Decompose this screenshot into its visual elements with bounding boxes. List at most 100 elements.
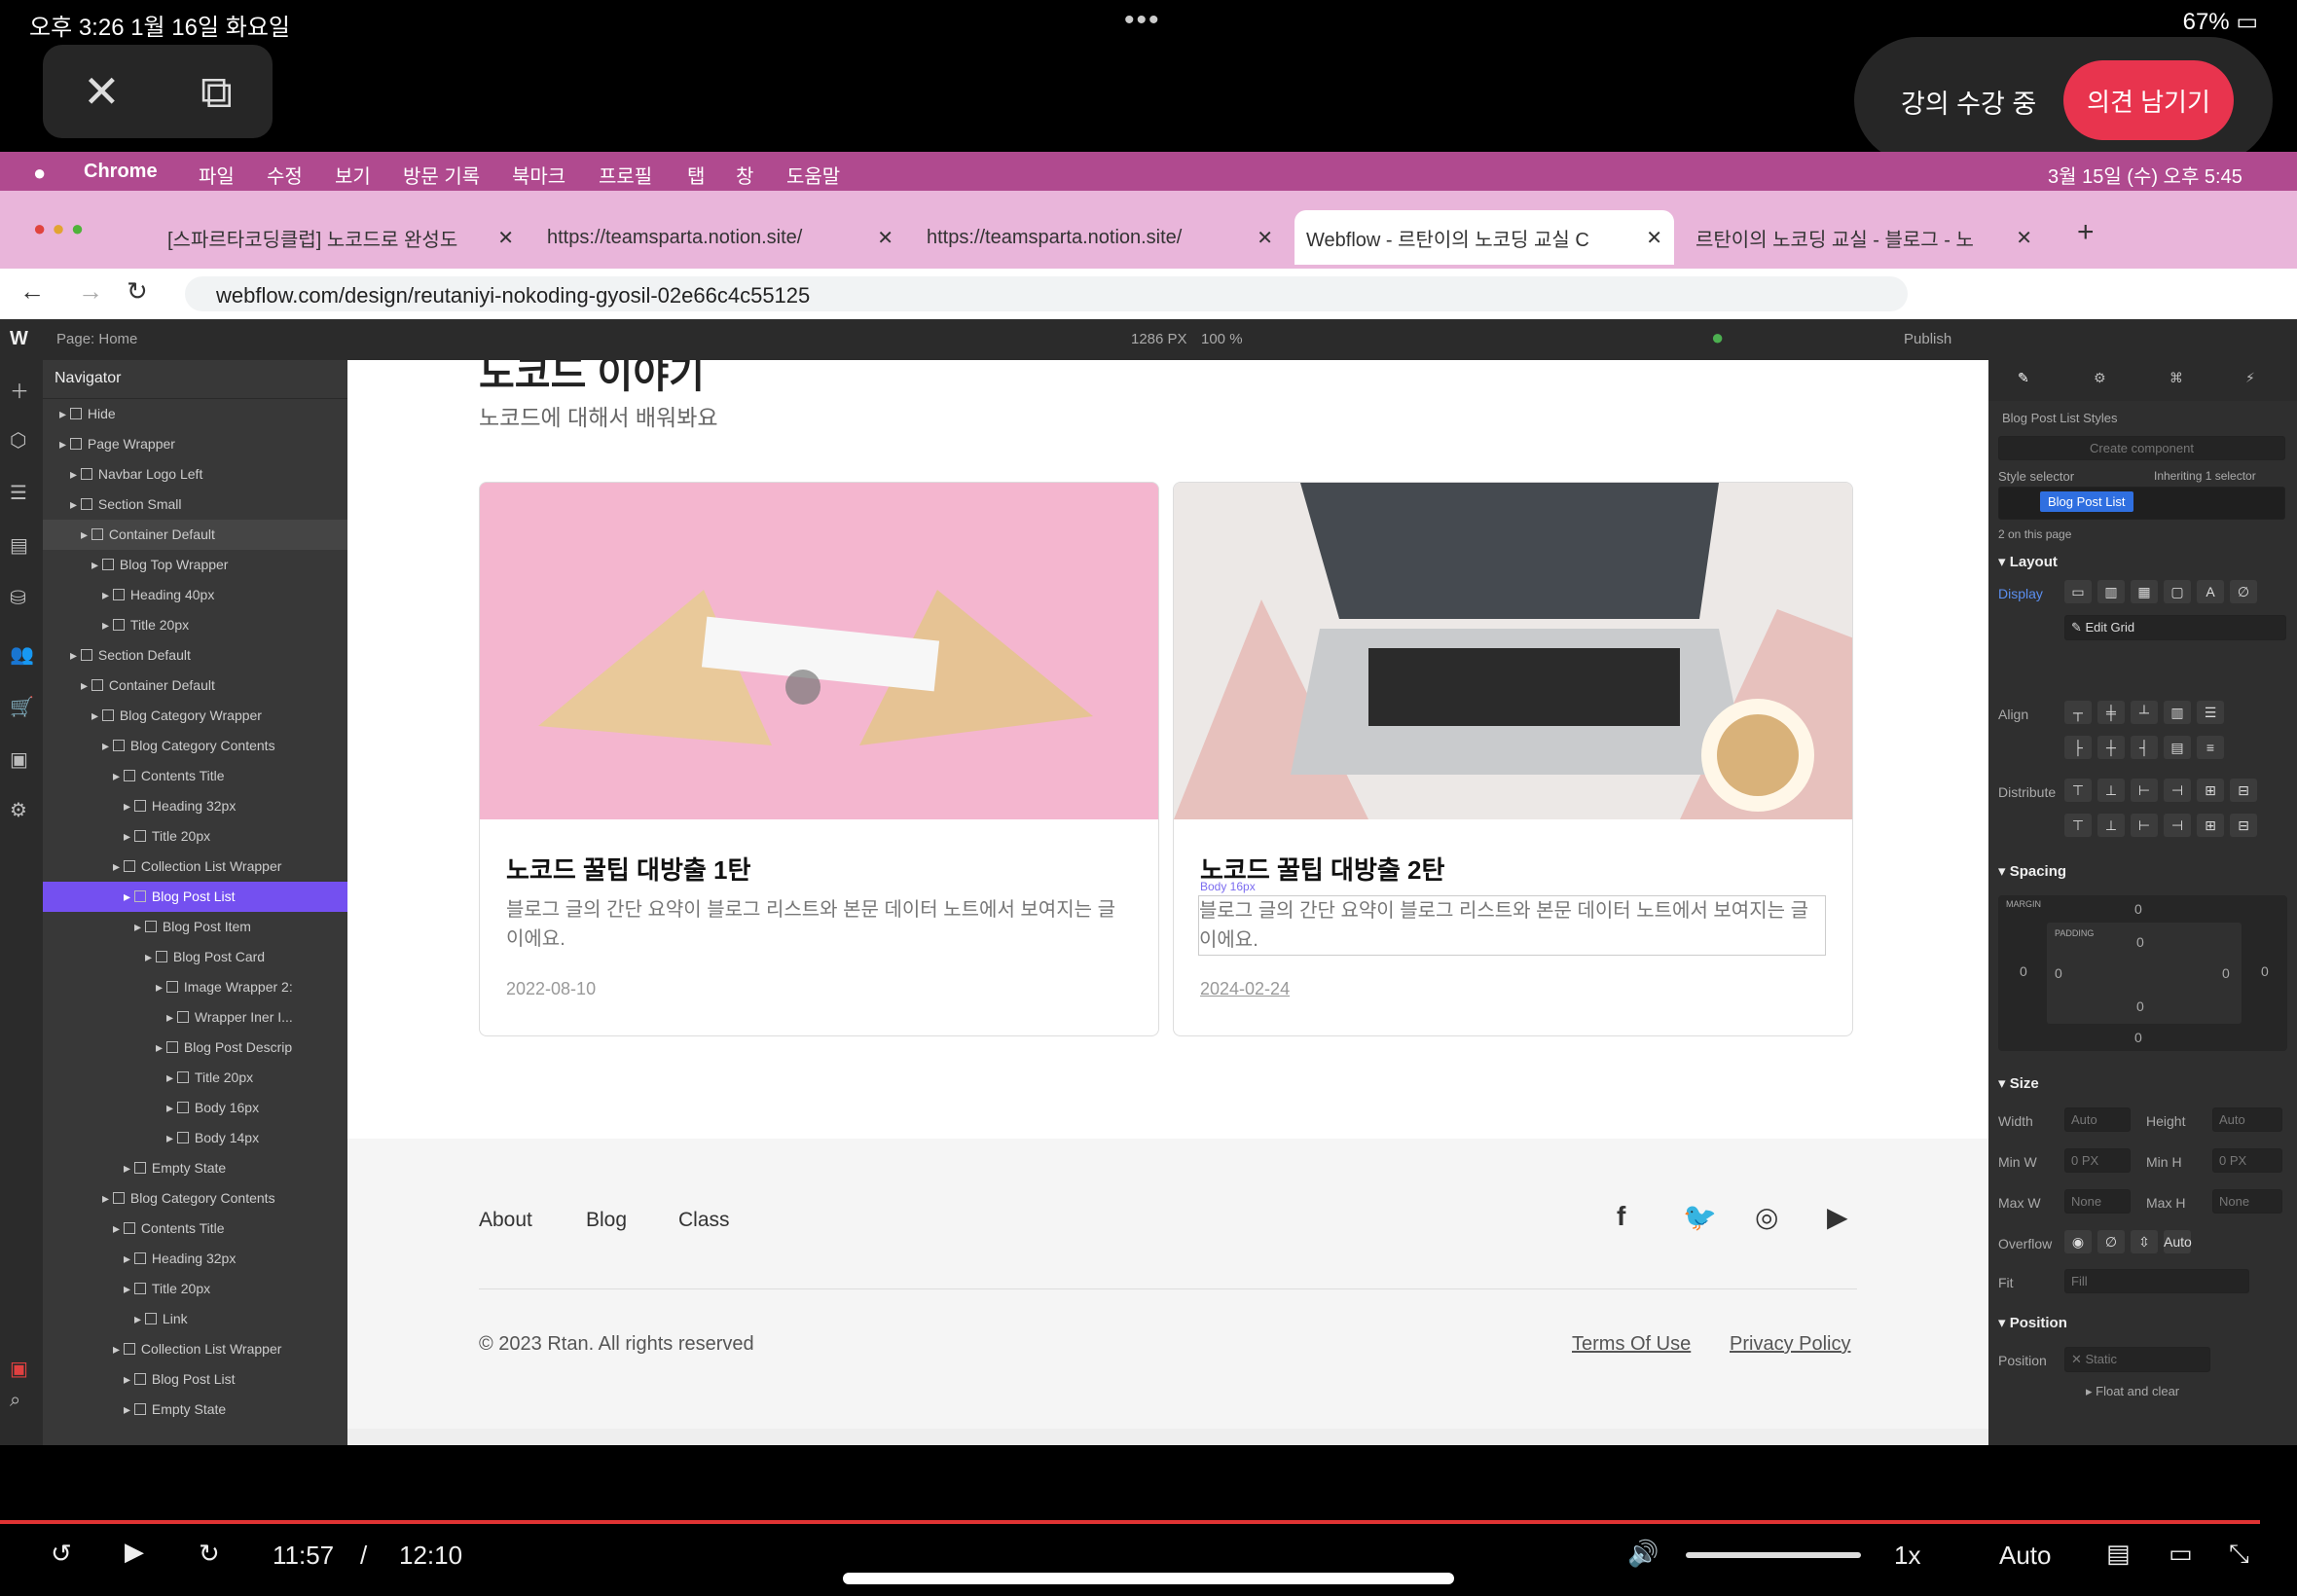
- display-options[interactable]: ▭ ▥ ▦ ▢ A ∅: [2064, 580, 2263, 603]
- tab-blog[interactable]: 르탄이의 노코딩 교실 - 블로그 - 노 ✕: [1684, 210, 2044, 265]
- card-date[interactable]: 2024-02-24: [1200, 979, 1290, 999]
- navigator-row[interactable]: ▸ Empty State: [43, 1153, 347, 1183]
- menu-tab[interactable]: 탭: [687, 161, 705, 189]
- back-icon[interactable]: ←: [19, 276, 45, 307]
- volume-icon[interactable]: 🔊: [1627, 1539, 1659, 1569]
- blog-post-card[interactable]: Body 16px 노코드 꿀팁 대방출 2탄 블로그 글의 간단 요약이 블로…: [1173, 482, 1853, 1036]
- navigator-row[interactable]: ▸ Contents Title: [43, 761, 347, 791]
- volume-slider[interactable]: [1686, 1552, 1861, 1558]
- min-height-field[interactable]: 0 PX: [2212, 1148, 2282, 1173]
- design-canvas[interactable]: 노코드 이야기 노코드에 대해서 배워봐요 노코드 꿀팁 대방출 1탄 블로그 …: [347, 360, 1988, 1445]
- distribute-options[interactable]: ⊤ ⊥ ⊢ ⊣ ⊞ ⊟: [2064, 779, 2263, 802]
- forward-10-icon[interactable]: ↻: [199, 1539, 220, 1569]
- pip-icon[interactable]: ⧉: [201, 69, 233, 114]
- navigator-row[interactable]: ▸ Wrapper Iner I...: [43, 1002, 347, 1033]
- pages-icon[interactable]: ▤: [10, 533, 28, 558]
- section-subtitle[interactable]: 노코드에 대해서 배워봐요: [479, 399, 718, 432]
- navigator-row[interactable]: ▸ Empty State: [43, 1395, 347, 1425]
- instagram-icon[interactable]: ◎: [1755, 1201, 1778, 1233]
- webflow-logo-icon[interactable]: W: [10, 328, 28, 350]
- window-close-dot[interactable]: ● ● ●: [33, 216, 84, 241]
- publish-button[interactable]: Publish: [1904, 331, 1951, 347]
- privacy-link[interactable]: Privacy Policy: [1730, 1333, 1850, 1356]
- navigator-row[interactable]: ▸ Collection List Wrapper: [43, 852, 347, 882]
- forward-icon[interactable]: →: [78, 276, 103, 307]
- selector-field[interactable]: Blog Post List: [1998, 487, 2285, 520]
- padding-top[interactable]: 0: [2136, 934, 2144, 950]
- navigator-row[interactable]: ▸ Title 20px: [43, 610, 347, 640]
- page-selector[interactable]: Page: Home: [56, 331, 137, 347]
- min-width-field[interactable]: 0 PX: [2064, 1148, 2131, 1173]
- class-chip[interactable]: Blog Post List: [2040, 491, 2133, 512]
- menu-profile[interactable]: 프로필: [599, 161, 652, 189]
- tab-notion-2[interactable]: https://teamsparta.notion.site/✕: [915, 210, 1285, 265]
- fullscreen-exit-icon[interactable]: ⤡: [2229, 1539, 2249, 1570]
- interactions-icon[interactable]: ⌘: [2169, 370, 2183, 386]
- overflow-options[interactable]: ◉ ∅ ⇳ Auto: [2064, 1230, 2197, 1253]
- navigator-row[interactable]: ▸ Blog Post List: [43, 882, 347, 912]
- create-component-button[interactable]: Create component: [1998, 436, 2285, 460]
- terms-link[interactable]: Terms Of Use: [1572, 1333, 1691, 1356]
- navigator-row[interactable]: ▸ Blog Post Card: [43, 942, 347, 972]
- navigator-row[interactable]: ▸ Image Wrapper 2:: [43, 972, 347, 1002]
- speed-button[interactable]: 1x: [1894, 1541, 1920, 1571]
- spacing-section[interactable]: ▾ Spacing: [1998, 862, 2066, 880]
- width-field[interactable]: Auto: [2064, 1107, 2131, 1132]
- align-options[interactable]: ┬ ╪ ┴ ▥ ☰: [2064, 701, 2230, 724]
- navigator-row[interactable]: ▸ Heading 32px: [43, 1244, 347, 1274]
- navigator-icon[interactable]: ☰: [10, 481, 27, 505]
- new-tab-icon[interactable]: +: [2077, 216, 2095, 249]
- navigator-row[interactable]: ▸ Body 14px: [43, 1123, 347, 1153]
- card-title[interactable]: 노코드 꿀팁 대방출 2탄: [1200, 851, 1444, 887]
- footer-link-blog[interactable]: Blog: [586, 1209, 627, 1232]
- menubar-clock[interactable]: 3월 15일 (수) 오후 5:45: [2048, 161, 2242, 189]
- menu-view[interactable]: 보기: [335, 161, 371, 189]
- menu-history[interactable]: 방문 기록: [403, 161, 480, 189]
- navigator-row[interactable]: ▸ Container Default: [43, 520, 347, 550]
- navigator-row[interactable]: ▸ Heading 40px: [43, 580, 347, 610]
- navigator-row[interactable]: ▸ Section Default: [43, 640, 347, 671]
- tab-close-icon[interactable]: ✕: [2016, 226, 2032, 250]
- size-section[interactable]: ▾ Size: [1998, 1074, 2039, 1092]
- facebook-icon[interactable]: f: [1617, 1201, 1625, 1232]
- position-select[interactable]: ✕ Static: [2064, 1347, 2210, 1372]
- apple-icon[interactable]: ●: [33, 161, 46, 186]
- navigator-row[interactable]: ▸ Link: [43, 1304, 347, 1334]
- margin-right[interactable]: 0: [2261, 963, 2269, 979]
- canvas-zoom[interactable]: 100 %: [1201, 331, 1243, 347]
- navigator-row[interactable]: ▸ Page Wrapper: [43, 429, 347, 459]
- card-title[interactable]: 노코드 꿀팁 대방출 1탄: [506, 851, 750, 887]
- multitask-dots[interactable]: •••: [1124, 4, 1161, 37]
- padding-right[interactable]: 0: [2222, 965, 2230, 981]
- subtitles-icon[interactable]: ▤: [2106, 1539, 2131, 1569]
- height-field[interactable]: Auto: [2212, 1107, 2282, 1132]
- navigator-row[interactable]: ▸ Body 16px: [43, 1093, 347, 1123]
- play-icon[interactable]: ▶: [125, 1537, 144, 1567]
- theater-icon[interactable]: ▭: [2169, 1539, 2193, 1569]
- card-description[interactable]: 블로그 글의 간단 요약이 블로그 리스트와 본문 데이터 노트에서 보여지는 …: [506, 895, 1129, 954]
- cms-icon[interactable]: ⛁: [10, 586, 26, 610]
- padding-left[interactable]: 0: [2055, 965, 2062, 981]
- navigator-row[interactable]: ▸ Blog Category Contents: [43, 1183, 347, 1214]
- fit-select[interactable]: Fill: [2064, 1269, 2249, 1293]
- reload-icon[interactable]: ↻: [127, 276, 148, 307]
- brush-icon[interactable]: ✎: [2018, 370, 2029, 386]
- menu-bookmarks[interactable]: 북마크: [512, 161, 565, 189]
- navigator-row[interactable]: ▸ Blog Post List: [43, 1364, 347, 1395]
- footer-link-about[interactable]: About: [479, 1209, 532, 1232]
- edit-grid-button[interactable]: ✎ Edit Grid: [2064, 615, 2286, 640]
- padding-bottom[interactable]: 0: [2136, 998, 2144, 1014]
- tab-close-icon[interactable]: ✕: [1257, 226, 1273, 250]
- gear-icon[interactable]: ⚙: [2094, 370, 2106, 386]
- menu-edit[interactable]: 수정: [267, 161, 303, 189]
- tab-close-icon[interactable]: ✕: [1646, 226, 1662, 250]
- navigator-row[interactable]: ▸ Hide: [43, 399, 347, 429]
- blog-post-card[interactable]: 노코드 꿀팁 대방출 1탄 블로그 글의 간단 요약이 블로그 리스트와 본문 …: [479, 482, 1159, 1036]
- tab-close-icon[interactable]: ✕: [497, 226, 514, 250]
- footer-link-class[interactable]: Class: [678, 1209, 730, 1232]
- navigator-row[interactable]: ▸ Blog Top Wrapper: [43, 550, 347, 580]
- users-icon[interactable]: 👥: [10, 642, 34, 667]
- float-clear-toggle[interactable]: ▸ Float and clear: [2086, 1384, 2179, 1399]
- search-icon[interactable]: ⌕: [10, 1390, 20, 1412]
- add-icon[interactable]: ＋: [10, 376, 29, 404]
